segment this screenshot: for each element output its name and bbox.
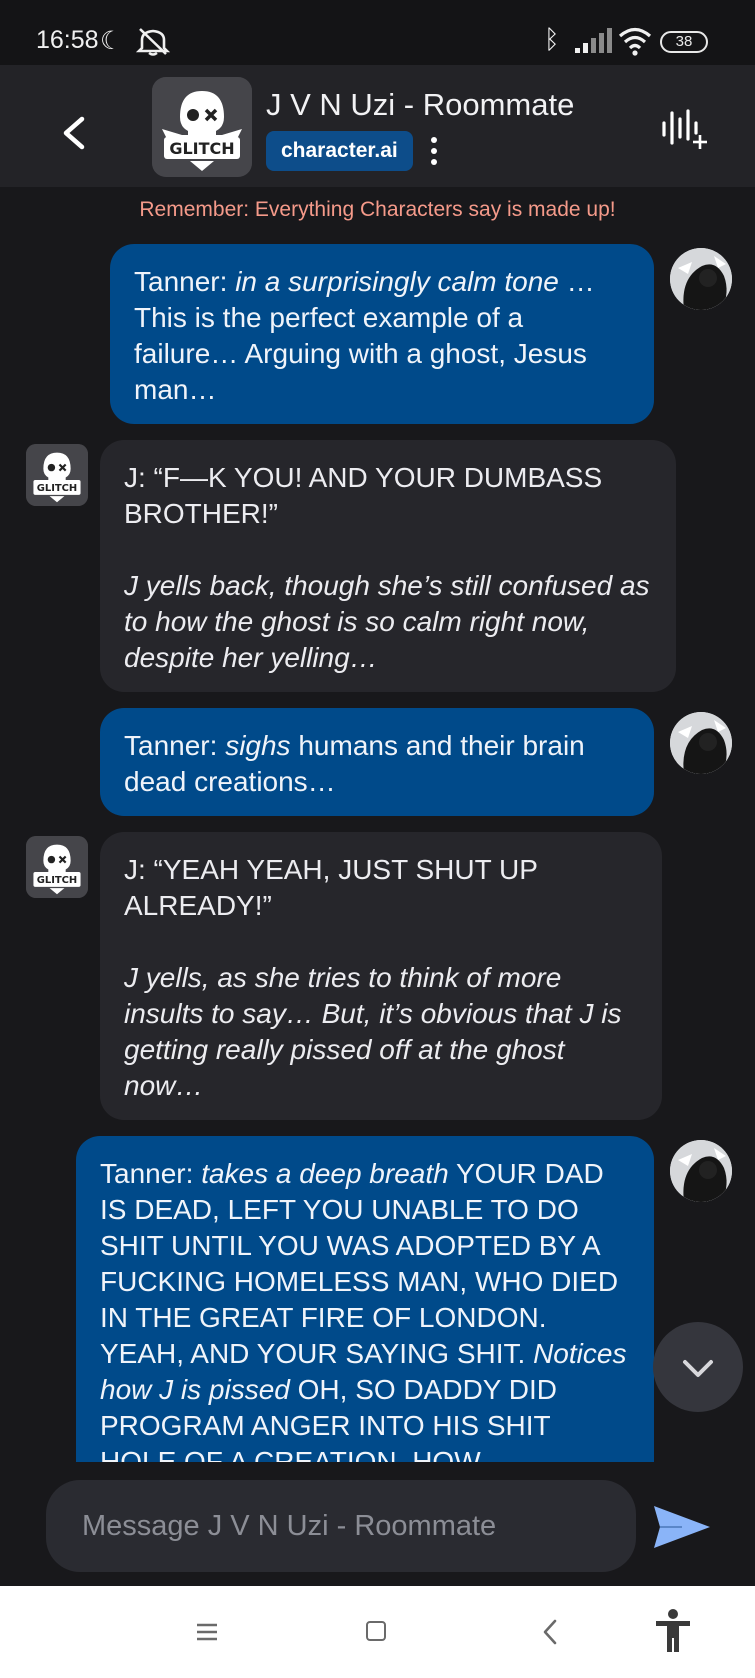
send-icon[interactable] (652, 1502, 712, 1552)
system-nav-bar (0, 1586, 755, 1678)
status-time: 16:58 (36, 26, 99, 54)
battery-icon: 38 (660, 31, 708, 53)
message-action: in a surprisingly calm tone (235, 266, 559, 297)
menu-icon[interactable] (196, 1622, 218, 1642)
voice-add-icon[interactable] (660, 109, 710, 151)
message-line: J: “YEAH YEAH, JUST SHUT UP ALREADY!” (124, 854, 538, 921)
glitch-logo-icon: GLITCH (152, 77, 252, 177)
chat-screen: 16:58 ☾ ᛒ 38 GLITCH J V N Uzi - Roommate… (0, 0, 755, 1678)
chevron-down-icon (683, 1360, 713, 1377)
more-vertical-icon[interactable] (424, 135, 444, 167)
message-action: takes a deep breath (201, 1158, 449, 1189)
chat-header: GLITCH J V N Uzi - Roommate character.ai (0, 65, 755, 187)
user-avatar-image (670, 1140, 732, 1202)
character-ai-badge[interactable]: character.ai (266, 131, 413, 171)
message-speaker: Tanner: (100, 1158, 194, 1189)
glitch-logo-icon: GLITCH (26, 836, 88, 898)
signal-icon (575, 28, 612, 53)
bluetooth-icon: ᛒ (544, 24, 560, 54)
accessibility-icon[interactable] (654, 1608, 692, 1654)
svg-text:GLITCH: GLITCH (37, 875, 77, 886)
message-action: sighs (225, 730, 291, 761)
message-narration: J yells, as she tries to think of more i… (124, 962, 622, 1101)
status-bar: 16:58 ☾ ᛒ 38 (0, 0, 755, 65)
message-bubble-user[interactable]: Tanner: sighs humans and their brain dea… (100, 708, 654, 816)
glitch-logo-icon: GLITCH (26, 444, 88, 506)
disclaimer-text: Remember: Everything Characters say is m… (139, 198, 616, 221)
svg-text:GLITCH: GLITCH (37, 483, 77, 494)
message-bubble-user[interactable]: Tanner: in a surprisingly calm tone … Th… (110, 244, 654, 424)
scroll-to-bottom-button[interactable] (653, 1322, 743, 1412)
message-bubble-user[interactable]: Tanner: takes a deep breath YOUR DAD IS … (76, 1136, 654, 1516)
message-input[interactable] (46, 1480, 636, 1572)
message-bubble-bot[interactable]: J: “F—K YOU! AND YOUR DUMBASS BROTHER!” … (100, 440, 676, 692)
bot-avatar[interactable]: GLITCH (26, 836, 88, 898)
character-avatar[interactable]: GLITCH (152, 77, 252, 177)
user-avatar-image (670, 248, 732, 310)
message-speaker: Tanner: (124, 730, 218, 761)
svg-text:GLITCH: GLITCH (169, 139, 234, 158)
user-avatar[interactable] (670, 712, 732, 774)
moon-icon: ☾ (100, 27, 123, 55)
message-line: J: “F—K YOU! AND YOUR DUMBASS BROTHER!” (124, 462, 603, 529)
message-bubble-bot[interactable]: J: “YEAH YEAH, JUST SHUT UP ALREADY!” J … (100, 832, 662, 1120)
bot-avatar[interactable]: GLITCH (26, 444, 88, 506)
composer (0, 1462, 755, 1586)
message-speaker: Tanner: (134, 266, 228, 297)
wifi-icon (618, 27, 652, 56)
user-avatar[interactable] (670, 1140, 732, 1202)
message-narration: J yells back, though she’s still confuse… (124, 570, 650, 673)
user-avatar-image (670, 712, 732, 774)
character-name: J V N Uzi - Roommate (266, 87, 575, 122)
back-icon[interactable] (540, 1618, 560, 1646)
back-arrow-icon[interactable] (56, 113, 92, 153)
mute-icon (136, 28, 170, 56)
home-icon[interactable] (366, 1621, 386, 1641)
user-avatar[interactable] (670, 248, 732, 310)
